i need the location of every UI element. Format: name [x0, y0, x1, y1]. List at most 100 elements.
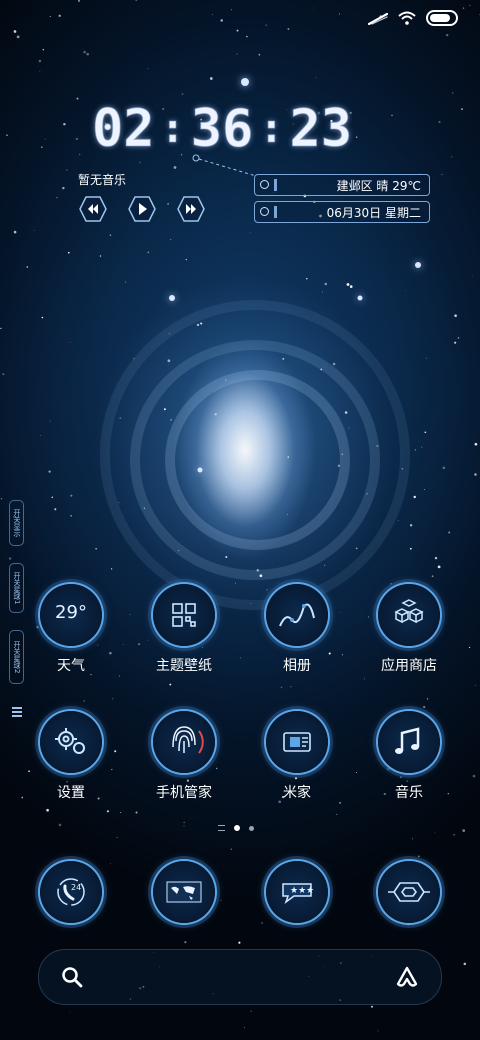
dock-phone[interactable]: 24	[21, 861, 121, 923]
star	[125, 281, 127, 283]
star	[338, 801, 342, 805]
galaxy-arm	[165, 370, 350, 550]
star	[290, 686, 292, 688]
clock-separator: :	[160, 106, 185, 153]
browser-icon	[378, 861, 440, 923]
music-next-button[interactable]	[176, 194, 206, 224]
page-dot[interactable]	[249, 825, 254, 831]
app-theme[interactable]: 主题壁纸	[134, 584, 234, 675]
app-settings[interactable]: 设置	[21, 711, 121, 802]
assistant-icon[interactable]	[395, 965, 419, 989]
star	[112, 698, 114, 700]
star	[44, 138, 46, 140]
app-music[interactable]: 音乐	[359, 711, 459, 802]
clock-minutes: 36	[190, 99, 254, 159]
star	[220, 19, 223, 22]
app-label: 手机管家	[156, 785, 212, 801]
star	[407, 923, 410, 926]
star	[67, 251, 70, 254]
digital-clock-widget[interactable]: 02 : 36 : 23	[92, 99, 392, 159]
weather-icon: 29°	[40, 584, 102, 646]
star	[49, 16, 51, 17]
star	[211, 14, 213, 15]
star	[63, 122, 66, 126]
clock-hours: 02	[92, 99, 156, 159]
star	[451, 156, 453, 158]
star	[139, 161, 141, 163]
star	[184, 941, 187, 944]
star	[431, 575, 434, 578]
app-label: 天气	[57, 658, 85, 674]
star	[421, 446, 423, 448]
date-info-row[interactable]: 06月30日 星期二	[254, 201, 430, 223]
svg-text:★★★: ★★★	[290, 886, 314, 896]
fingerprint-icon	[153, 711, 215, 773]
star	[474, 473, 477, 476]
gallery-icon	[266, 584, 328, 646]
settings-gear-icon	[40, 711, 102, 773]
weather-info-row[interactable]: 建邺区 晴 29℃	[254, 174, 430, 196]
star	[244, 1027, 245, 1028]
weather-temp: 29°	[55, 602, 87, 623]
star	[238, 941, 241, 944]
star	[51, 496, 54, 498]
star	[246, 35, 248, 38]
app-mi-home[interactable]: 米家	[247, 711, 347, 802]
music-play-button[interactable]	[127, 194, 157, 224]
app-security[interactable]: 手机管家	[134, 711, 234, 802]
star	[49, 420, 51, 422]
star	[230, 848, 232, 850]
search-icon[interactable]	[61, 966, 83, 988]
star	[453, 833, 455, 836]
star	[120, 812, 122, 814]
weather-text: 建邺区 晴 29℃	[336, 179, 421, 193]
star	[79, 153, 81, 155]
app-store[interactable]: 应用商店	[359, 584, 459, 675]
star	[106, 810, 109, 813]
app-weather[interactable]: 29° 天气	[21, 584, 121, 675]
star	[0, 497, 3, 500]
star	[69, 1011, 71, 1012]
star	[78, 0, 80, 2]
app-gallery[interactable]: 相册	[247, 584, 347, 675]
star	[0, 327, 2, 330]
star	[426, 698, 429, 700]
star	[287, 28, 290, 30]
dock-messages[interactable]: ★★★	[247, 861, 347, 923]
app-label: 米家	[283, 785, 311, 801]
star	[265, 24, 267, 26]
toggle-display-tab[interactable]: 开关显示	[9, 500, 24, 546]
star	[62, 186, 65, 190]
app-label: 音乐	[395, 785, 423, 801]
star	[434, 556, 438, 560]
star	[41, 316, 44, 319]
star	[315, 77, 317, 78]
page-list-icon[interactable]	[218, 825, 225, 831]
star	[441, 173, 443, 175]
phone-badge-text: 24	[71, 883, 82, 892]
star	[230, 9, 232, 11]
star	[469, 4, 471, 6]
app-store-icon	[378, 584, 440, 646]
music-prev-button[interactable]	[78, 194, 108, 224]
star	[38, 59, 42, 63]
dock-browser[interactable]	[359, 861, 459, 923]
star	[135, 0, 137, 1]
bright-star	[169, 295, 175, 301]
page-indicator[interactable]	[218, 825, 254, 831]
star	[13, 230, 17, 234]
star	[423, 488, 425, 491]
star	[249, 232, 251, 233]
dock-browser-map[interactable]	[134, 861, 234, 923]
star	[70, 494, 73, 497]
signal-icon	[368, 12, 388, 25]
star	[183, 825, 185, 827]
world-map-icon	[153, 861, 215, 923]
page-dot-active[interactable]	[234, 825, 240, 831]
star	[83, 700, 85, 702]
star	[13, 30, 17, 33]
app-label: 设置	[57, 785, 85, 801]
search-bar[interactable]	[38, 949, 442, 1005]
star	[313, 7, 315, 9]
star	[75, 137, 79, 141]
